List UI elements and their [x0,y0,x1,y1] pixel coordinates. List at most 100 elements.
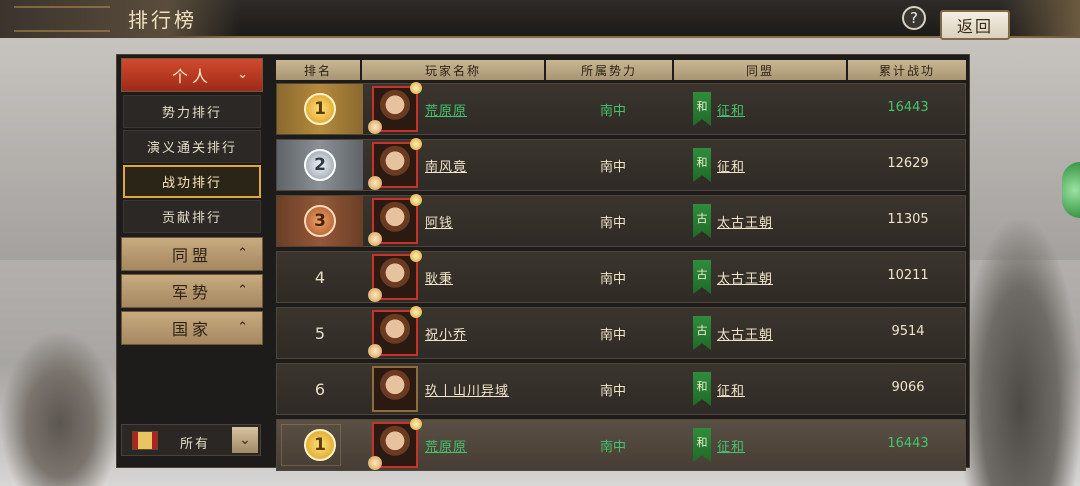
alliance-flag-icon: 和 [693,92,711,126]
faction: 南中 [599,328,626,343]
column-header-alliance: 同盟 [674,60,848,80]
sub-item-contribution-ranking[interactable]: 贡献排行 [123,200,261,233]
avatar[interactable] [368,306,422,358]
avatar[interactable] [368,82,422,134]
merit-score: 9066 [891,380,925,395]
alliance-flag-icon: 古 [693,260,711,294]
ornament-right [1000,0,1080,38]
avatar[interactable] [368,138,422,190]
rank-cell: 3 [277,196,363,246]
page-title: 排行榜 [128,8,197,32]
chevron-down-icon[interactable]: ⌄ [232,427,258,453]
alliance-name-link[interactable]: 太古王朝 [717,212,773,231]
title-plate [0,0,240,38]
back-button[interactable]: 返回 [940,10,1010,40]
chevron-up-icon: ⌃ [237,283,252,298]
faction: 南中 [599,440,626,455]
merit-score: 16443 [887,436,929,451]
player-name-link[interactable]: 耿秉 [425,268,453,287]
chat-bubble-icon[interactable] [1062,162,1080,218]
table-header: 排名 玩家名称 所属势力 同盟 累计战功 [276,60,966,80]
sidebar: 个人 ⌄ 势力排行 演义通关排行 战功排行 贡献排行 同盟 ⌃ 军势 ⌃ 国家 … [121,58,263,460]
faction: 南中 [599,216,626,231]
ornament-icon [14,6,110,32]
player-name-link[interactable]: 阿钱 [425,212,453,231]
faction: 南中 [599,272,626,287]
avatar[interactable] [368,194,422,246]
column-header-player: 玩家名称 [362,60,546,80]
rank-number: 4 [314,267,326,287]
badge-icon [368,456,382,470]
alliance-flag-icon: 和 [693,372,711,406]
sub-item-campaign-ranking[interactable]: 演义通关排行 [123,130,261,163]
avatar[interactable] [372,366,418,412]
bronze-medal-icon: 3 [304,205,336,237]
gold-medal-icon: 1 [304,429,336,461]
chevron-up-icon: ⌃ [237,246,252,261]
merit-score: 9514 [891,324,925,339]
alliance-name-link[interactable]: 征和 [717,100,745,119]
table-row[interactable]: 6 玖丨山川异域 南中 和 征和 9066 [276,363,966,415]
rank-cell: 4 [277,252,363,302]
crown-icon [410,82,422,94]
sub-item-merit-ranking[interactable]: 战功排行 [123,165,261,198]
my-ranking-row[interactable]: 1 荒原原 南中 和 征和 16443 [276,418,966,471]
rank-cell: 1 [277,84,363,134]
merit-score: 11305 [887,212,929,227]
merit-score: 16443 [887,100,929,115]
rank-cell: 1 [277,420,363,470]
rank-cell: 2 [277,140,363,190]
badge-icon [368,344,382,358]
filter-label: 所有 [180,437,211,452]
rank-cell: 5 [277,308,363,358]
table-row[interactable]: 3 阿钱 南中 古 太古王朝 11305 [276,194,966,247]
avatar[interactable] [368,418,422,470]
table-row[interactable]: 5 祝小乔 南中 古 太古王朝 9514 [276,306,966,359]
crown-icon [410,138,422,150]
player-name-link[interactable]: 荒原原 [425,100,467,119]
alliance-name-link[interactable]: 太古王朝 [717,268,773,287]
background-warrior-right [960,220,1080,486]
category-label: 个人 [171,67,212,86]
crown-icon [410,306,422,318]
column-header-merit: 累计战功 [848,60,966,80]
table-row[interactable]: 2 南风竟 南中 和 征和 12629 [276,138,966,191]
gold-medal-icon: 1 [304,93,336,125]
alliance-flag-icon: 古 [693,204,711,238]
category-personal[interactable]: 个人 ⌄ [121,58,263,92]
player-name-link[interactable]: 祝小乔 [425,324,467,343]
rank-cell: 6 [277,364,363,414]
background-warrior-left [0,330,120,486]
sub-item-power-ranking[interactable]: 势力排行 [123,95,261,128]
faction: 南中 [599,384,626,399]
badge-icon [368,176,382,190]
player-name-link[interactable]: 南风竟 [425,156,467,175]
category-label: 国家 [171,320,212,339]
alliance-name-link[interactable]: 征和 [717,156,745,175]
alliance-name-link[interactable]: 太古王朝 [717,324,773,343]
crown-icon [410,194,422,206]
help-button[interactable]: ? [902,6,926,30]
ranking-list: 1 荒原原 南中 和 征和 16443 2 南风竟 南中 和 征和 12629 … [276,82,966,475]
chevron-down-icon: ⌄ [237,67,252,82]
alliance-flag-icon: 古 [693,316,711,350]
rank-number: 5 [314,323,326,343]
badge-icon [368,232,382,246]
alliance-flag-icon: 和 [693,428,711,462]
table-row[interactable]: 4 耿秉 南中 古 太古王朝 10211 [276,250,966,303]
category-label: 军势 [171,283,212,302]
avatar[interactable] [368,250,422,302]
badge-icon [368,288,382,302]
category-army[interactable]: 军势 ⌃ [121,274,263,308]
alliance-name-link[interactable]: 征和 [717,380,745,399]
column-header-faction: 所属势力 [546,60,674,80]
category-nation[interactable]: 国家 ⌃ [121,311,263,345]
alliance-name-link[interactable]: 征和 [717,436,745,455]
player-name-link[interactable]: 玖丨山川异域 [425,380,509,399]
player-name-link[interactable]: 荒原原 [425,436,467,455]
alliance-flag-icon: 和 [693,148,711,182]
crown-icon [410,418,422,430]
category-alliance[interactable]: 同盟 ⌃ [121,237,263,271]
filter-dropdown[interactable]: 所有 ⌄ [121,424,261,456]
table-row[interactable]: 1 荒原原 南中 和 征和 16443 [276,82,966,135]
